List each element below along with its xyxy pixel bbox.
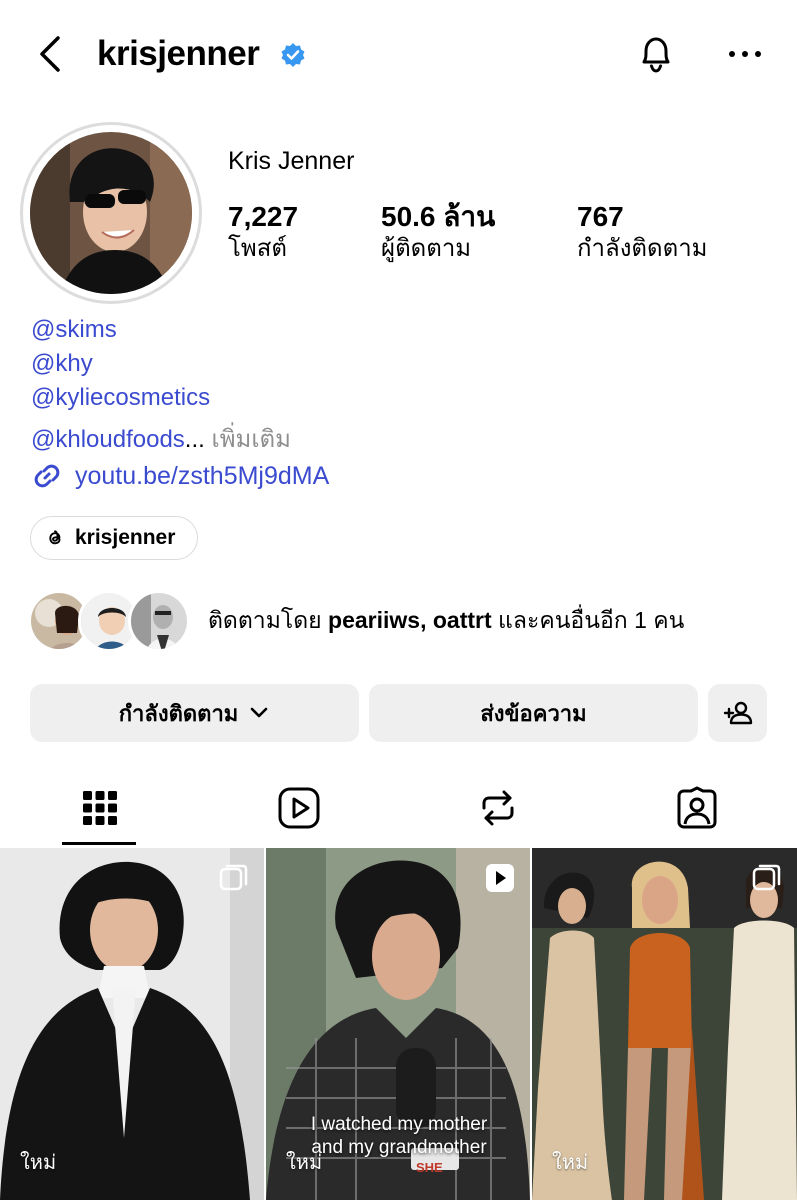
threads-label: krisjenner [75, 526, 176, 549]
stat-label: กำลังติดตาม [577, 235, 708, 262]
message-button-label: ส่งข้อความ [480, 700, 587, 726]
suggest-people-button[interactable] [708, 684, 767, 742]
verified-badge-icon [281, 43, 305, 67]
post-tile[interactable]: ใหม่ [532, 848, 797, 1200]
post-tile[interactable]: I watched my mother and my grandmother S… [266, 848, 530, 1200]
more-options-icon[interactable] [722, 38, 768, 70]
bio-mention-khy[interactable]: @khy [31, 350, 93, 378]
reposts-icon [482, 790, 513, 826]
profile-tabs [0, 770, 797, 846]
notification-bell-icon[interactable] [632, 30, 680, 78]
reel-icon [486, 864, 514, 892]
bio-ellipsis: ... [184, 426, 205, 453]
profile-header: krisjenner [0, 0, 797, 110]
threads-badge[interactable]: krisjenner [30, 516, 198, 560]
profile-avatar[interactable] [30, 132, 192, 294]
bio-mention-khloudfoods[interactable]: @khloudfoods [31, 426, 185, 453]
mutual-suffix: และคนอื่นอีก 1 คน [498, 607, 685, 633]
tagged-icon [677, 786, 716, 829]
bio-mention-row: @khloudfoods... เพิ่มเติม [31, 419, 291, 458]
carousel-icon [219, 864, 248, 891]
stat-value: 50.6 ล้าน [381, 201, 496, 232]
stat-following[interactable]: 767 กำลังติดตาม [577, 200, 708, 264]
mic-flag-text: SHE [416, 1160, 443, 1175]
new-post-badge: ใหม่ [552, 1152, 589, 1174]
stat-value: 767 [577, 201, 624, 232]
post-caption-line: I watched my mother [310, 1114, 488, 1135]
mutual-followers-text: ติดตามโดย peariiws, oattrt และคนอื่นอีก … [208, 603, 684, 639]
mutual-names: peariiws, oattrt [328, 607, 492, 633]
link-icon [34, 464, 60, 488]
carousel-icon [752, 864, 781, 891]
tab-reposts[interactable] [398, 770, 597, 846]
stat-value: 7,227 [228, 201, 299, 232]
new-post-badge: ใหม่ [286, 1152, 323, 1174]
threads-icon [49, 530, 61, 545]
external-link-label: youtu.be/zsth5Mj9dMA [75, 461, 330, 490]
chevron-down-icon [251, 707, 268, 718]
mutual-followers[interactable]: ติดตามโดย peariiws, oattrt และคนอื่นอีก … [28, 590, 684, 652]
stat-label: โพสต์ [228, 235, 287, 262]
stat-followers[interactable]: 50.6 ล้าน ผู้ติดตาม [381, 200, 495, 264]
profile-full-name: Kris Jenner [228, 147, 355, 175]
reels-icon [278, 787, 319, 829]
active-tab-indicator [62, 842, 136, 845]
add-person-icon [723, 701, 752, 725]
bio-mention-skims[interactable]: @skims [31, 316, 117, 344]
mutual-prefix: ติดตามโดย [208, 607, 322, 633]
message-button[interactable]: ส่งข้อความ [369, 684, 698, 742]
following-button-label: กำลังติดตาม [118, 700, 239, 726]
tab-tagged[interactable] [597, 770, 796, 846]
posts-grid: ใหม่ I watched my mother and my grandmot… [0, 848, 797, 1200]
stat-posts[interactable]: 7,227 โพสต์ [228, 200, 298, 264]
stat-label: ผู้ติดตาม [381, 235, 472, 262]
back-arrow-icon[interactable] [30, 32, 74, 76]
tab-posts-grid[interactable] [0, 770, 199, 846]
tab-reels[interactable] [199, 770, 398, 846]
post-tile[interactable]: ใหม่ [0, 848, 264, 1200]
header-username: krisjenner [97, 34, 260, 73]
external-link[interactable]: youtu.be/zsth5Mj9dMA [31, 458, 329, 494]
new-post-badge: ใหม่ [20, 1152, 57, 1174]
mutual-avatar [128, 590, 190, 652]
grid-icon [82, 791, 117, 825]
following-button[interactable]: กำลังติดตาม [30, 684, 359, 742]
bio-more-button[interactable]: เพิ่มเติม [211, 426, 290, 453]
bio-mention-kyliecosmetics[interactable]: @kyliecosmetics [31, 384, 210, 412]
